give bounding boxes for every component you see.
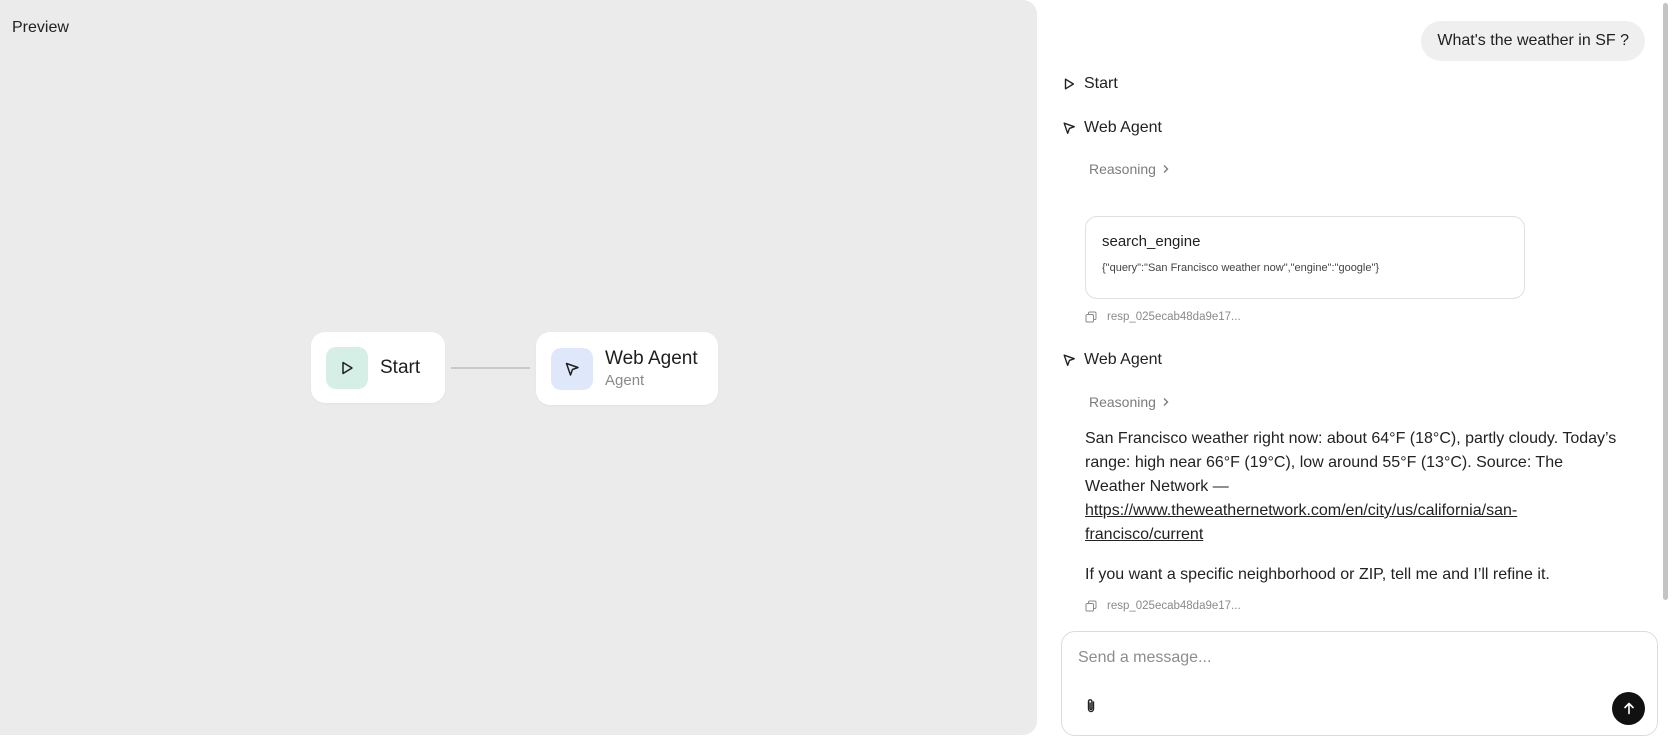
- web-agent-node[interactable]: Web Agent Agent: [536, 332, 718, 405]
- reasoning-label: Reasoning: [1089, 161, 1156, 177]
- node-connector-edge: [451, 367, 530, 369]
- message-composer: [1061, 631, 1658, 736]
- reasoning-label: Reasoning: [1089, 394, 1156, 410]
- tool-call-name: search_engine: [1102, 233, 1201, 250]
- copy-icon[interactable]: [1085, 600, 1097, 612]
- trace-step-web-agent[interactable]: Web Agent: [1062, 119, 1162, 137]
- cursor-icon: [1062, 353, 1076, 367]
- web-agent-node-type: Agent: [605, 371, 645, 389]
- send-button[interactable]: [1612, 692, 1645, 725]
- source-link[interactable]: https://www.theweathernetwork.com/en/cit…: [1085, 502, 1517, 543]
- tool-call-args: {"query":"San Francisco weather now","en…: [1102, 262, 1380, 274]
- answer-text: San Francisco weather right now: about 6…: [1085, 430, 1617, 495]
- trace-step-web-agent[interactable]: Web Agent: [1062, 351, 1162, 369]
- trace-step-label: Web Agent: [1084, 351, 1162, 368]
- response-id[interactable]: resp_025ecab48da9e17...: [1085, 311, 1241, 323]
- start-node-label: Start: [380, 356, 421, 378]
- start-node[interactable]: Start: [311, 332, 445, 403]
- arrow-up-icon: [1623, 702, 1635, 715]
- web-agent-node-label: Web Agent: [605, 347, 698, 369]
- trace-step-label: Start: [1084, 75, 1118, 92]
- message-input[interactable]: [1078, 646, 1638, 670]
- paperclip-icon[interactable]: [1084, 698, 1098, 714]
- chat-scrollbar[interactable]: [1663, 3, 1668, 600]
- cursor-icon: [551, 347, 593, 390]
- preview-title: Preview: [12, 19, 69, 36]
- reasoning-toggle[interactable]: Reasoning: [1089, 394, 1170, 410]
- trace-step-start[interactable]: Start: [1062, 75, 1118, 93]
- copy-icon[interactable]: [1085, 311, 1097, 323]
- response-id[interactable]: resp_025ecab48da9e17...: [1085, 600, 1241, 612]
- chevron-right-icon: [1162, 164, 1170, 174]
- trace-step-label: Web Agent: [1084, 119, 1162, 136]
- response-id-text: resp_025ecab48da9e17...: [1107, 600, 1241, 612]
- play-icon: [326, 346, 368, 389]
- chevron-right-icon: [1162, 397, 1170, 407]
- answer-follow-up: If you want a specific neighborhood or Z…: [1085, 566, 1550, 583]
- user-message-bubble: What's the weather in SF ?: [1421, 21, 1645, 61]
- assistant-answer: San Francisco weather right now: about 6…: [1085, 427, 1625, 547]
- tool-call-card[interactable]: search_engine {"query":"San Francisco we…: [1085, 216, 1525, 299]
- response-id-text: resp_025ecab48da9e17...: [1107, 311, 1241, 323]
- cursor-icon: [1062, 121, 1076, 135]
- preview-canvas: Preview Start Web Agent Agent: [0, 0, 1037, 735]
- reasoning-toggle[interactable]: Reasoning: [1089, 161, 1170, 177]
- play-icon: [1062, 77, 1076, 91]
